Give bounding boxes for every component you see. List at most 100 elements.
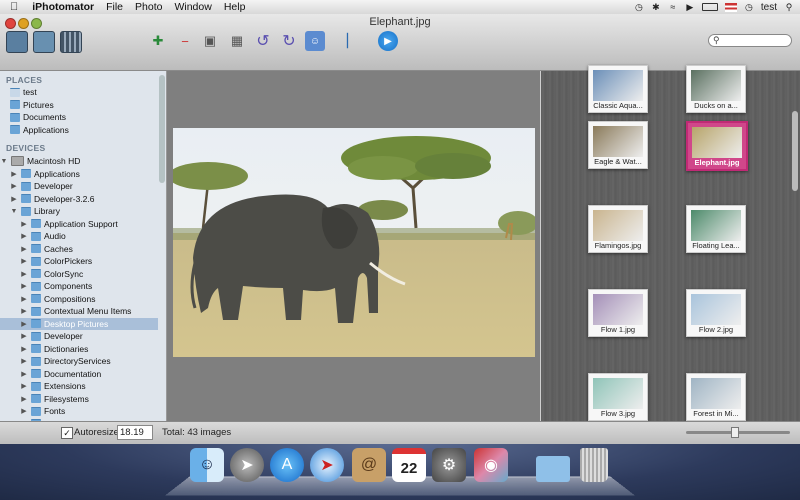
sidebar-place-documents[interactable]: Documents	[0, 111, 158, 124]
clock-icon[interactable]: ◷	[744, 2, 754, 12]
grid-scrollbar[interactable]	[792, 111, 798, 191]
flag-icon[interactable]	[724, 2, 737, 12]
disclosure-closed-icon[interactable]: ▶	[20, 282, 28, 290]
time-machine-icon[interactable]: ◷	[634, 2, 644, 12]
disclosure-closed-icon[interactable]: ▶	[20, 232, 28, 240]
contacts-icon[interactable]: @	[352, 448, 386, 482]
thumbnail[interactable]: Flamingos.jpg	[588, 205, 648, 253]
disclosure-closed-icon[interactable]: ▶	[20, 395, 28, 403]
disclosure-open-icon[interactable]: ▼	[10, 208, 18, 215]
sidebar-folder-item[interactable]: ▶ Developer	[0, 330, 158, 343]
sidebar-folder-item[interactable]: ▶ Audio	[0, 230, 158, 243]
disclosure-closed-icon[interactable]: ▶	[10, 182, 18, 190]
remove-photo-icon[interactable]: −	[175, 31, 195, 51]
app-menu[interactable]: iPhotomator	[32, 1, 94, 13]
disclosure-closed-icon[interactable]: ▶	[20, 345, 28, 353]
app-store-icon[interactable]: A	[270, 448, 304, 482]
sidebar-folder-item[interactable]: ▶ DirectoryServices	[0, 355, 158, 368]
menu-file[interactable]: File	[106, 1, 123, 13]
view-mode-grid-button[interactable]	[60, 31, 82, 53]
sidebar-place-test[interactable]: test	[0, 86, 158, 99]
sidebar-folder-item[interactable]: ▶ Filesystems	[0, 393, 158, 406]
fit-to-window-icon[interactable]: ▦	[227, 31, 247, 51]
sidebar-folder-item[interactable]: ▶ Components	[0, 280, 158, 293]
disclosure-closed-icon[interactable]: ▶	[20, 245, 28, 253]
sidebar-folder-item[interactable]: ▶ ColorSync	[0, 268, 158, 281]
sidebar-folder-item[interactable]: ▶ Contextual Menu Items	[0, 305, 158, 318]
thumbnail[interactable]: Flow 2.jpg	[686, 289, 746, 337]
sidebar-folder-item[interactable]: ▶ ColorPickers	[0, 255, 158, 268]
view-mode-split-button[interactable]	[33, 31, 55, 53]
finder-reveal-icon[interactable]: ☺	[305, 31, 325, 51]
thumbnail[interactable]: Ducks on a...	[686, 65, 746, 113]
disclosure-closed-icon[interactable]: ▶	[20, 357, 28, 365]
add-photo-icon[interactable]: ✚	[148, 31, 168, 51]
thumbnail[interactable]: Forest in Mi...	[686, 373, 746, 421]
sidebar-folder-item[interactable]: ▶ Application Support	[0, 218, 158, 231]
sidebar-folder-item[interactable]: ▶ Caches	[0, 243, 158, 256]
rotate-left-icon[interactable]: ↺	[253, 31, 273, 51]
thumbnail[interactable]: Floating Lea...	[686, 205, 746, 253]
sidebar-device[interactable]: ▼ Macintosh HD	[0, 155, 158, 168]
disclosure-closed-icon[interactable]: ▶	[20, 320, 28, 328]
disclosure-closed-icon[interactable]: ▶	[20, 370, 28, 378]
sidebar-place-applications[interactable]: Applications	[0, 124, 158, 137]
sidebar-folder-item[interactable]: ▶ Desktop Pictures	[0, 317, 158, 330]
sidebar-folder-item[interactable]: ▶ Dictionaries	[0, 343, 158, 356]
search-field[interactable]: ⚲	[708, 34, 792, 47]
battery-icon[interactable]	[701, 3, 718, 11]
disclosure-closed-icon[interactable]: ▶	[20, 295, 28, 303]
trash-icon[interactable]	[580, 448, 608, 482]
disclosure-closed-icon[interactable]: ▶	[20, 407, 28, 415]
autoresize-checkbox[interactable]: ✓	[61, 427, 73, 439]
disclosure-closed-icon[interactable]: ▶	[20, 382, 28, 390]
thumbnail[interactable]: Classic Aqua...	[588, 65, 648, 113]
disclosure-closed-icon[interactable]: ▶	[20, 270, 28, 278]
menu-window[interactable]: Window	[174, 1, 211, 13]
sidebar-folder-item[interactable]: ▶ Developer-3.2.6	[0, 193, 158, 206]
sidebar-folder-item[interactable]: ▶ Fonts	[0, 405, 158, 418]
sidebar-folder-item[interactable]: ▼ Library	[0, 205, 158, 218]
iphotomator-icon[interactable]: ◉	[474, 448, 508, 482]
apple-menu-icon[interactable]: 	[10, 1, 18, 13]
zoom-slider-knob[interactable]	[731, 427, 739, 438]
trash-icon[interactable]: ▕	[333, 31, 353, 51]
disclosure-closed-icon[interactable]: ▶	[10, 170, 18, 178]
folder-icon	[31, 381, 41, 391]
slideshow-play-button[interactable]: ▶	[378, 31, 398, 51]
actual-size-icon[interactable]: ▣	[200, 31, 220, 51]
menu-photo[interactable]: Photo	[135, 1, 162, 13]
disclosure-closed-icon[interactable]: ▶	[20, 332, 28, 340]
sidebar-folder-item[interactable]: ▶ Developer	[0, 180, 158, 193]
sidebar-folder-item[interactable]: ▶ Extensions	[0, 380, 158, 393]
spotlight-icon[interactable]: ⚲	[784, 2, 794, 12]
size-field[interactable]: 18.19	[117, 425, 153, 440]
sidebar-place-pictures[interactable]: Pictures	[0, 99, 158, 112]
thumbnail[interactable]: Flow 3.jpg	[588, 373, 648, 421]
disclosure-closed-icon[interactable]: ▶	[20, 257, 28, 265]
launchpad-icon[interactable]: ➤	[230, 448, 264, 482]
sidebar-scrollbar[interactable]	[159, 75, 165, 183]
user-menu[interactable]: test	[761, 2, 777, 13]
bluetooth-icon[interactable]: ✱	[651, 2, 661, 12]
calendar-icon[interactable]: 22	[392, 448, 426, 482]
thumbnail[interactable]: Eagle & Wat...	[588, 121, 648, 169]
wifi-icon[interactable]: ≈	[668, 2, 678, 12]
sidebar-folder-item[interactable]: ▶ Documentation	[0, 368, 158, 381]
safari-icon[interactable]: ➤	[310, 448, 344, 482]
finder-icon[interactable]: ☺	[190, 448, 224, 482]
downloads-folder-icon[interactable]	[536, 456, 570, 482]
sidebar-folder-item[interactable]: ▶ Applications	[0, 168, 158, 181]
disclosure-closed-icon[interactable]: ▶	[10, 195, 18, 203]
disclosure-open-icon[interactable]: ▼	[0, 158, 8, 165]
view-mode-viewer-button[interactable]	[6, 31, 28, 53]
thumbnail[interactable]: Flow 1.jpg	[588, 289, 648, 337]
volume-icon[interactable]: ▶	[685, 2, 695, 12]
disclosure-closed-icon[interactable]: ▶	[20, 220, 28, 228]
disclosure-closed-icon[interactable]: ▶	[20, 307, 28, 315]
menu-help[interactable]: Help	[224, 1, 246, 13]
thumbnail-selected[interactable]: Elephant.jpg	[686, 121, 748, 171]
system-preferences-icon[interactable]: ⚙	[432, 448, 466, 482]
rotate-right-icon[interactable]: ↻	[279, 31, 299, 51]
sidebar-folder-item[interactable]: ▶ Compositions	[0, 293, 158, 306]
